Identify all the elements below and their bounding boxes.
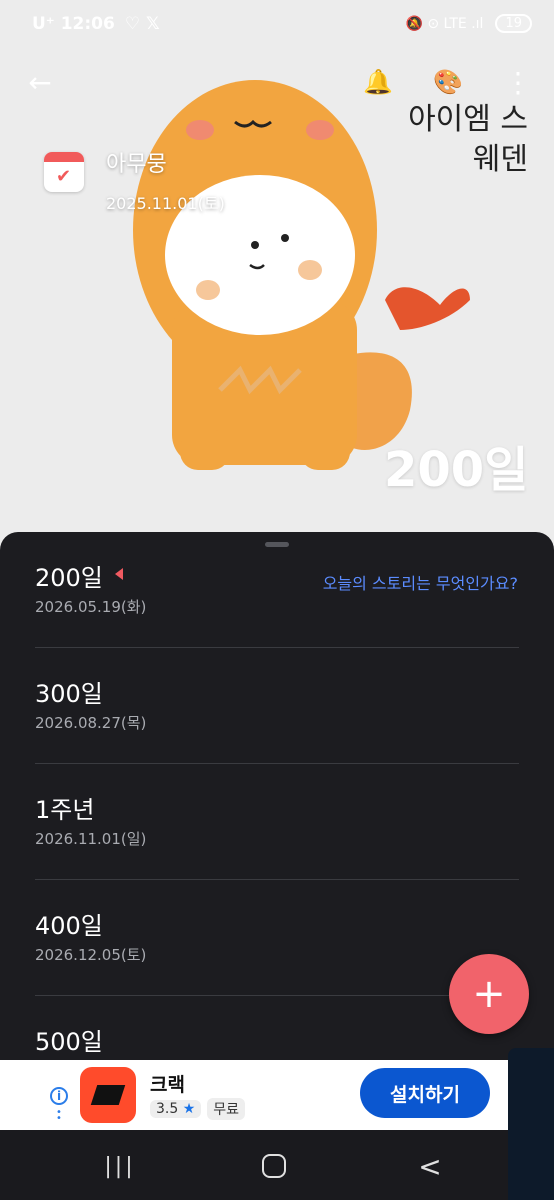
hero-banner: U⁺ 12:06 ♡ 𝕏 🔕 ⊙ LTE .ıl 19 ← 🔔 🎨 ⋮ ✔ 아무…	[0, 0, 554, 560]
dday-count: 200일	[384, 442, 529, 498]
alarm-icon[interactable]: 🔔	[356, 60, 400, 104]
milestone-date: 2026.12.05(토)	[35, 946, 147, 964]
milestone-row[interactable]: 500일	[35, 996, 519, 1062]
dday-start-date: 2025.11.01(토)	[106, 194, 225, 213]
add-milestone-button[interactable]: +	[449, 954, 529, 1034]
star-icon: ★	[182, 1101, 196, 1117]
back-arrow-icon[interactable]: ←	[18, 60, 62, 104]
ad-app-name[interactable]: 크랙	[150, 1070, 185, 1097]
install-button[interactable]: 설치하기	[360, 1068, 490, 1118]
milestone-date: 2026.05.19(화)	[35, 598, 147, 616]
milestone-title: 1주년	[35, 796, 95, 824]
notification-icons: ♡ 𝕏	[124, 14, 160, 34]
ad-app-logo[interactable]	[80, 1067, 136, 1123]
battery-icon: 19	[495, 14, 532, 33]
milestone-row[interactable]: 400일 2026.12.05(토)	[35, 880, 519, 996]
milestone-date: 2026.11.01(일)	[35, 830, 147, 848]
ad-rating-row: 3.5 ★ 무료	[150, 1098, 246, 1120]
system-icons: 🔕 ⊙ LTE .ıl	[405, 15, 484, 32]
toolbar: ← 🔔 🎨 ⋮	[0, 60, 554, 104]
ad-rating: 3.5 ★	[150, 1100, 202, 1118]
calendar-icon: ✔	[44, 152, 84, 192]
milestone-title: 500일	[35, 1028, 103, 1056]
ad-info-icon[interactable]: i	[50, 1087, 68, 1105]
ad-banner[interactable]: i • • 크랙 3.5 ★ 무료 설치하기	[0, 1060, 508, 1130]
recent-apps-icon[interactable]: |||	[98, 1148, 142, 1184]
carrier-time: U⁺ 12:06	[32, 14, 115, 34]
handwritten-caption: 아이엠 스웨덴	[408, 102, 528, 177]
status-bar: U⁺ 12:06 ♡ 𝕏 🔕 ⊙ LTE .ıl 19	[0, 0, 554, 52]
current-marker-icon	[115, 568, 123, 580]
back-icon[interactable]: <	[408, 1148, 452, 1184]
palette-icon[interactable]: 🎨	[426, 60, 470, 104]
milestone-title: 200일	[35, 564, 103, 592]
milestone-row[interactable]: 1주년 2026.11.01(일)	[35, 764, 519, 880]
system-nav-bar: ||| <	[0, 1130, 508, 1200]
dday-title: 아무뭉	[106, 152, 167, 177]
milestone-title: 400일	[35, 912, 103, 940]
ad-rating-value: 3.5	[156, 1101, 179, 1117]
ad-price: 무료	[207, 1098, 246, 1120]
more-options-icon[interactable]: ⋮	[496, 60, 540, 104]
milestone-date: 2026.08.27(목)	[35, 714, 147, 732]
home-icon[interactable]	[252, 1148, 296, 1184]
milestone-row[interactable]: 200일 2026.05.19(화)	[35, 532, 519, 648]
milestone-row[interactable]: 300일 2026.08.27(목)	[35, 648, 519, 764]
ad-menu-icon[interactable]: • •	[56, 1108, 62, 1124]
side-overlay	[508, 1048, 554, 1200]
milestone-title: 300일	[35, 680, 103, 708]
